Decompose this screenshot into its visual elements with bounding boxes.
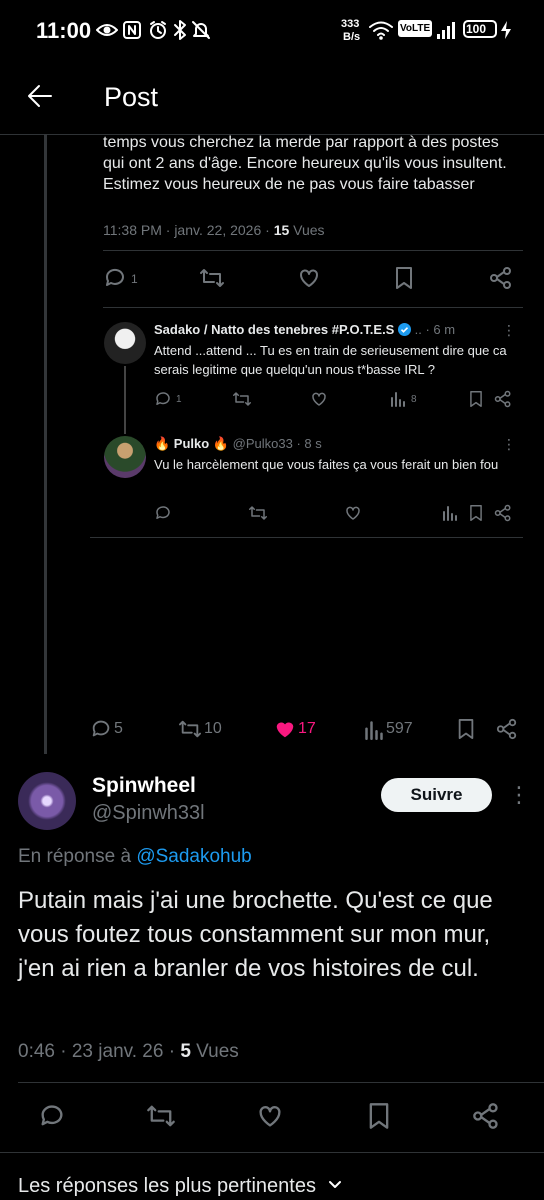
back-button[interactable] bbox=[26, 82, 54, 110]
quoted-divider-1 bbox=[103, 250, 523, 251]
meta-divider bbox=[18, 1082, 544, 1083]
verified-icon bbox=[397, 323, 411, 336]
reply-1-ellipsis: .. bbox=[414, 322, 422, 337]
post-date: 0:46 · 23 janv. 26 · bbox=[18, 1041, 181, 1062]
avatar[interactable] bbox=[104, 436, 146, 478]
quoted-reply-count: 1 bbox=[131, 272, 138, 286]
reply-to-link[interactable]: @Sadakohub bbox=[136, 846, 251, 867]
heart-icon[interactable] bbox=[310, 390, 328, 408]
views-icon[interactable] bbox=[442, 505, 458, 521]
share-icon[interactable] bbox=[472, 1102, 500, 1130]
thread-line bbox=[44, 134, 47, 754]
status-bar: 11:00 333 B/s VoLTE 100 bbox=[0, 0, 544, 64]
heart-icon[interactable] bbox=[297, 266, 321, 290]
chevron-down-icon bbox=[328, 1180, 342, 1190]
image-reply-count: 5 bbox=[114, 720, 123, 737]
avatar[interactable] bbox=[18, 772, 76, 830]
share-icon[interactable] bbox=[489, 266, 513, 290]
share-icon[interactable] bbox=[494, 390, 512, 408]
reply-1-actions: 1 8 bbox=[154, 390, 520, 410]
reply-icon[interactable] bbox=[38, 1102, 66, 1130]
reply-2-name[interactable]: 🔥 Pulko 🔥 bbox=[154, 436, 229, 451]
bluetooth-icon bbox=[172, 19, 188, 41]
reply-1-age: · 6 m bbox=[425, 322, 456, 337]
signal-icon bbox=[436, 20, 458, 40]
quoted-actions: 1 bbox=[103, 266, 523, 292]
reply-context-prefix: En réponse à bbox=[18, 846, 137, 867]
repost-icon[interactable] bbox=[199, 266, 225, 290]
charging-icon bbox=[500, 20, 512, 40]
bookmark-icon[interactable] bbox=[468, 504, 484, 522]
reply-1-name[interactable]: Sadako / Natto des tenebres #P.O.T.E.S bbox=[154, 322, 394, 337]
repost-icon[interactable] bbox=[146, 1102, 176, 1130]
quoted-post-time: 11:38 PM · janv. 22, 2026 · 15 Vues bbox=[103, 222, 325, 238]
bookmark-icon[interactable] bbox=[456, 718, 476, 740]
status-time: 11:00 bbox=[36, 18, 92, 43]
avatar[interactable] bbox=[104, 322, 146, 364]
actions-divider bbox=[0, 1152, 544, 1153]
quoted-post-views-label: Vues bbox=[289, 222, 325, 238]
bookmark-icon[interactable] bbox=[468, 390, 484, 408]
alarm-icon bbox=[148, 20, 168, 40]
image-post-actions: 5 10 17 597 bbox=[90, 716, 520, 742]
quoted-post-text: temps vous cherchez la merde par rapport… bbox=[103, 134, 507, 193]
reply-icon[interactable] bbox=[90, 718, 112, 740]
wifi-icon bbox=[368, 19, 394, 41]
page-title: Post bbox=[104, 82, 159, 112]
more-icon[interactable]: ⋮ bbox=[502, 436, 516, 453]
volte-badge: VoLTE bbox=[398, 20, 433, 37]
sort-label: Les réponses les plus pertinentes bbox=[18, 1175, 316, 1197]
mute-bell-icon bbox=[191, 20, 211, 40]
share-icon[interactable] bbox=[494, 504, 512, 522]
reply-1-header: Sadako / Natto des tenebres #P.O.T.E.S .… bbox=[154, 322, 455, 337]
heart-icon[interactable] bbox=[256, 1102, 284, 1130]
reply-2-actions bbox=[154, 504, 520, 524]
more-icon[interactable]: ⋮ bbox=[502, 322, 516, 339]
nfc-icon bbox=[122, 20, 142, 40]
quoted-divider-2 bbox=[103, 307, 523, 308]
share-icon[interactable] bbox=[496, 718, 518, 740]
reply-1-view-count: 8 bbox=[411, 394, 417, 405]
thread-line-reply bbox=[124, 366, 126, 434]
sort-selector[interactable]: Les réponses les plus pertinentes bbox=[18, 1175, 342, 1198]
reply-2-header: 🔥 Pulko 🔥 @Pulko33 · 8 s bbox=[154, 436, 322, 452]
reply-1-reply-count: 1 bbox=[176, 394, 182, 405]
post-text: Putain mais j'ai une brochette. Qu'est c… bbox=[18, 887, 493, 982]
repost-icon[interactable] bbox=[248, 504, 268, 522]
repost-icon[interactable] bbox=[232, 390, 252, 408]
image-like-count: 17 bbox=[298, 720, 316, 737]
post-views-count: 5 bbox=[180, 1041, 191, 1062]
follow-button[interactable]: Suivre bbox=[381, 778, 492, 812]
eye-icon bbox=[96, 20, 118, 40]
net-speed-unit: B/s bbox=[343, 31, 361, 43]
bookmark-icon[interactable] bbox=[393, 266, 415, 290]
author-name[interactable]: Spinwheel bbox=[92, 774, 196, 798]
post-meta: 0:46 · 23 janv. 26 · 5 Vues bbox=[18, 1041, 239, 1063]
views-icon[interactable] bbox=[390, 391, 406, 407]
reply-icon[interactable] bbox=[103, 266, 127, 290]
quoted-post-date: 11:38 PM · janv. 22, 2026 · bbox=[103, 222, 274, 238]
reply-2-handle[interactable]: @Pulko33 bbox=[233, 436, 293, 451]
quoted-post-views-count: 15 bbox=[273, 222, 290, 238]
reply-context: En réponse à @Sadakohub bbox=[18, 846, 252, 868]
reply-1-text: Attend ...attend ... Tu es en train de s… bbox=[154, 343, 507, 377]
reply-icon[interactable] bbox=[154, 504, 172, 522]
bookmark-icon[interactable] bbox=[366, 1102, 392, 1130]
more-icon[interactable]: ⋮ bbox=[508, 782, 530, 808]
post-views-label: Vues bbox=[190, 1041, 239, 1062]
post-actions bbox=[38, 1102, 508, 1132]
author-handle[interactable]: @Spinwh33l bbox=[92, 802, 205, 825]
net-speed-value: 333 bbox=[341, 18, 360, 30]
quoted-divider-3 bbox=[90, 537, 523, 538]
reply-2-age: · 8 s bbox=[296, 436, 322, 451]
image-view-count: 597 bbox=[386, 720, 413, 737]
views-icon[interactable] bbox=[364, 720, 384, 740]
battery-level: 100 bbox=[466, 22, 487, 36]
heart-filled-icon[interactable] bbox=[274, 718, 296, 740]
repost-icon[interactable] bbox=[178, 718, 202, 740]
reply-2-text: Vu le harcèlement que vous faites ça vou… bbox=[154, 457, 499, 472]
image-repost-count: 10 bbox=[204, 720, 222, 737]
heart-icon[interactable] bbox=[344, 504, 362, 522]
reply-icon[interactable] bbox=[154, 390, 172, 408]
